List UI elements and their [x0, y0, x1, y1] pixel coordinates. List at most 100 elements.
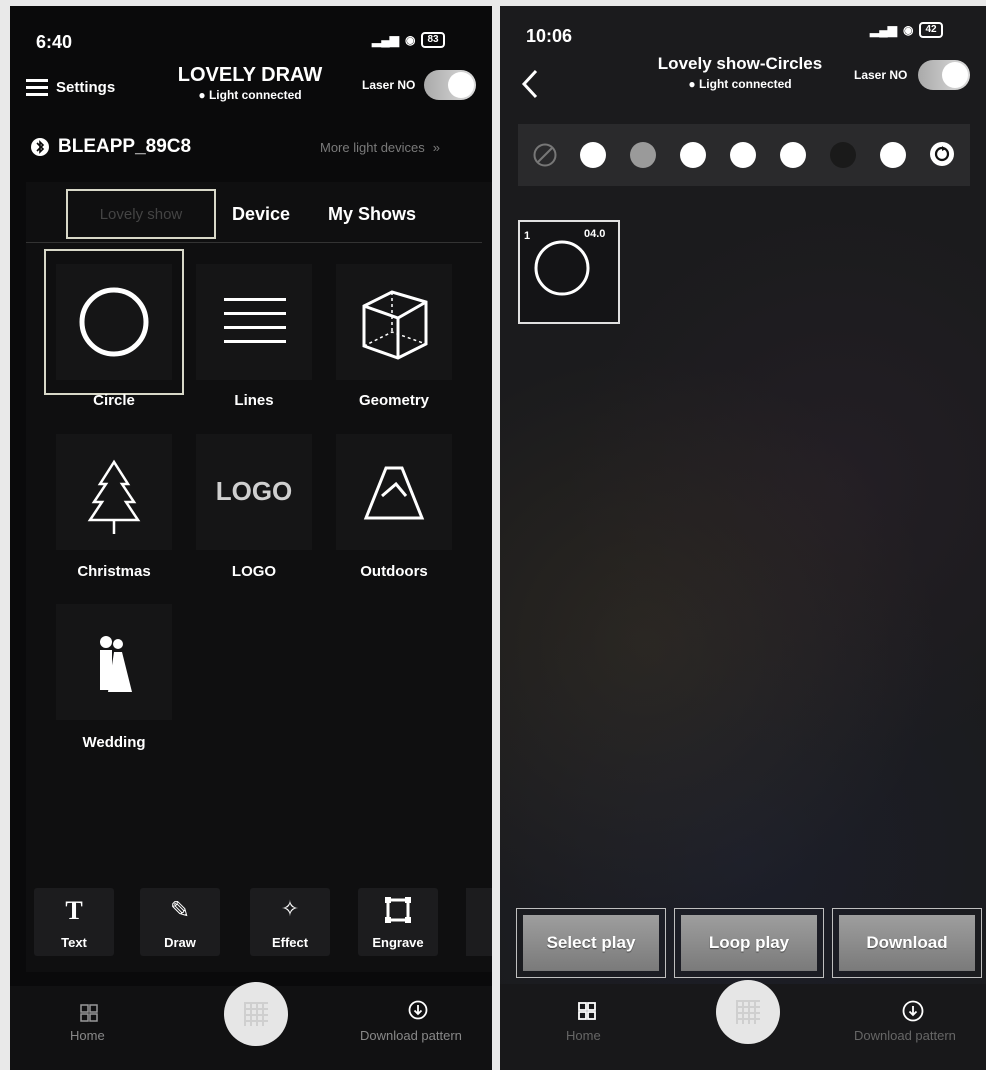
- color-swatch-1[interactable]: [580, 142, 606, 168]
- hamburger-icon: [26, 79, 48, 96]
- left-phone-screen: 6:40 ▂▄▆ ◉ 83 Settings LOVELY DRAW ● Lig…: [10, 6, 492, 1070]
- grid-icon: [244, 1002, 268, 1026]
- bluetooth-icon: [31, 138, 49, 156]
- color-swatch-2[interactable]: [630, 142, 656, 168]
- circle-pattern-icon: [534, 240, 590, 296]
- battery-icon: 83: [421, 32, 445, 48]
- category-christmas[interactable]: [56, 434, 172, 550]
- status-time: 10:06: [526, 26, 573, 46]
- status-dot-icon: ●: [198, 88, 206, 102]
- category-geometry[interactable]: [336, 264, 452, 380]
- loop-play-label: Loop play: [681, 915, 817, 971]
- screen-title: Lovely show-Circles: [657, 54, 823, 73]
- tool-label-effect: Effect: [271, 935, 309, 950]
- tool-label-engrave: Engrave: [372, 935, 424, 950]
- right-phone-screen: 10:06 ▂▄▆ ◉ 42 Lovely show-Circles ● Lig…: [500, 6, 986, 1070]
- double-chevron-icon: »: [432, 140, 441, 155]
- back-chevron-icon[interactable]: [520, 68, 540, 100]
- tab-my-shows[interactable]: My Shows: [328, 204, 416, 225]
- download-label: Download: [839, 915, 975, 971]
- tab-device[interactable]: Device: [232, 204, 290, 225]
- color-swatch-3[interactable]: [680, 142, 706, 168]
- center-fab[interactable]: [716, 980, 780, 1044]
- nav-download-pattern[interactable]: Download pattern: [360, 1028, 462, 1043]
- laser-label: Laser NO: [854, 68, 908, 82]
- tool-draw[interactable]: ✎ Draw: [140, 888, 220, 956]
- device-selector[interactable]: BLEAPP_89C8: [30, 136, 191, 158]
- category-wedding[interactable]: [56, 604, 172, 720]
- connection-text: Light connected: [698, 77, 792, 91]
- app-title: LOVELY DRAW: [177, 64, 323, 86]
- nav-home[interactable]: Home: [70, 1028, 105, 1043]
- select-play-label: Select play: [523, 915, 659, 971]
- status-icons: ▂▄▆ ◉ 42: [870, 22, 943, 38]
- category-outdoors[interactable]: [336, 434, 452, 550]
- lines-icon: [224, 298, 286, 343]
- signal-icon: ▂▄▆: [870, 23, 897, 37]
- tool-effect[interactable]: ✧ Effect: [250, 888, 330, 956]
- laser-toggle[interactable]: [424, 70, 476, 100]
- tool-label-draw: Draw: [164, 935, 196, 950]
- tool-overflow[interactable]: [466, 888, 492, 956]
- selected-category-frame: [44, 249, 184, 395]
- loop-play-button[interactable]: Loop play: [674, 908, 824, 978]
- category-label-circle: Circle: [93, 392, 135, 409]
- connection-text: Light connected: [208, 88, 302, 102]
- tree-icon: [87, 459, 141, 534]
- download-button[interactable]: Download: [832, 908, 982, 978]
- status-icons: ▂▄▆ ◉ 83: [372, 32, 445, 48]
- nav-home[interactable]: Home: [566, 1028, 601, 1043]
- tool-text[interactable]: T Text: [34, 888, 114, 956]
- color-cycle-icon[interactable]: [928, 140, 956, 168]
- pattern-thumbnail[interactable]: 1 04.0: [518, 220, 620, 324]
- color-swatch-4[interactable]: [730, 142, 756, 168]
- text-icon: T: [65, 896, 83, 925]
- laser-label: Laser NO: [362, 78, 416, 92]
- center-fab[interactable]: [224, 982, 288, 1046]
- no-color-icon[interactable]: [532, 142, 558, 168]
- download-icon[interactable]: [902, 1000, 924, 1022]
- toggle-knob: [942, 62, 968, 88]
- tool-label-text: Text: [61, 935, 87, 950]
- color-swatch-6[interactable]: [830, 142, 856, 168]
- color-swatch-7[interactable]: [880, 142, 906, 168]
- signal-icon: ▂▄▆: [372, 33, 399, 47]
- header-title-block: Lovely show-Circles ● Light connected: [630, 54, 850, 91]
- mountain-icon: [363, 466, 425, 520]
- category-label-lines: Lines: [234, 392, 274, 409]
- color-swatch-5[interactable]: [780, 142, 806, 168]
- cube-icon: [362, 290, 428, 360]
- settings-label: Settings: [56, 78, 116, 96]
- laser-toggle[interactable]: [918, 60, 970, 90]
- category-label-logo: LOGO: [231, 563, 277, 580]
- wifi-icon: ◉: [902, 23, 914, 37]
- tab-lovely-show[interactable]: Lovely show: [66, 189, 216, 239]
- category-label-christmas: Christmas: [77, 563, 151, 580]
- status-time: 6:40: [36, 32, 73, 52]
- status-dot-icon: ●: [688, 77, 696, 91]
- pattern-index: 1: [524, 230, 531, 242]
- more-devices-label: More light devices: [320, 140, 425, 155]
- connection-status: ● Light connected: [160, 88, 340, 102]
- download-icon[interactable]: [408, 1000, 428, 1020]
- select-play-button[interactable]: Select play: [516, 908, 666, 978]
- nav-download-pattern[interactable]: Download pattern: [854, 1028, 956, 1043]
- grid-icon: [736, 1000, 760, 1024]
- settings-menu[interactable]: Settings: [26, 78, 115, 96]
- couple-icon: [100, 636, 132, 692]
- home-grid-icon[interactable]: [578, 1002, 596, 1020]
- toggle-knob: [448, 72, 474, 98]
- tab-divider: [26, 242, 482, 243]
- header-title-block: LOVELY DRAW ● Light connected: [160, 64, 340, 102]
- category-logo[interactable]: LOGO: [196, 434, 312, 550]
- category-label-geometry: Geometry: [358, 392, 430, 409]
- category-lines[interactable]: [196, 264, 312, 380]
- logo-text-icon: LOGO: [215, 476, 293, 506]
- device-name: BLEAPP_89C8: [58, 136, 192, 157]
- pencil-icon: ✎: [169, 897, 191, 924]
- more-devices-link[interactable]: More light devices »: [320, 140, 440, 155]
- home-grid-icon[interactable]: [80, 1004, 98, 1022]
- crop-icon: [385, 897, 411, 923]
- tool-engrave[interactable]: Engrave: [358, 888, 438, 956]
- wifi-icon: ◉: [404, 33, 416, 47]
